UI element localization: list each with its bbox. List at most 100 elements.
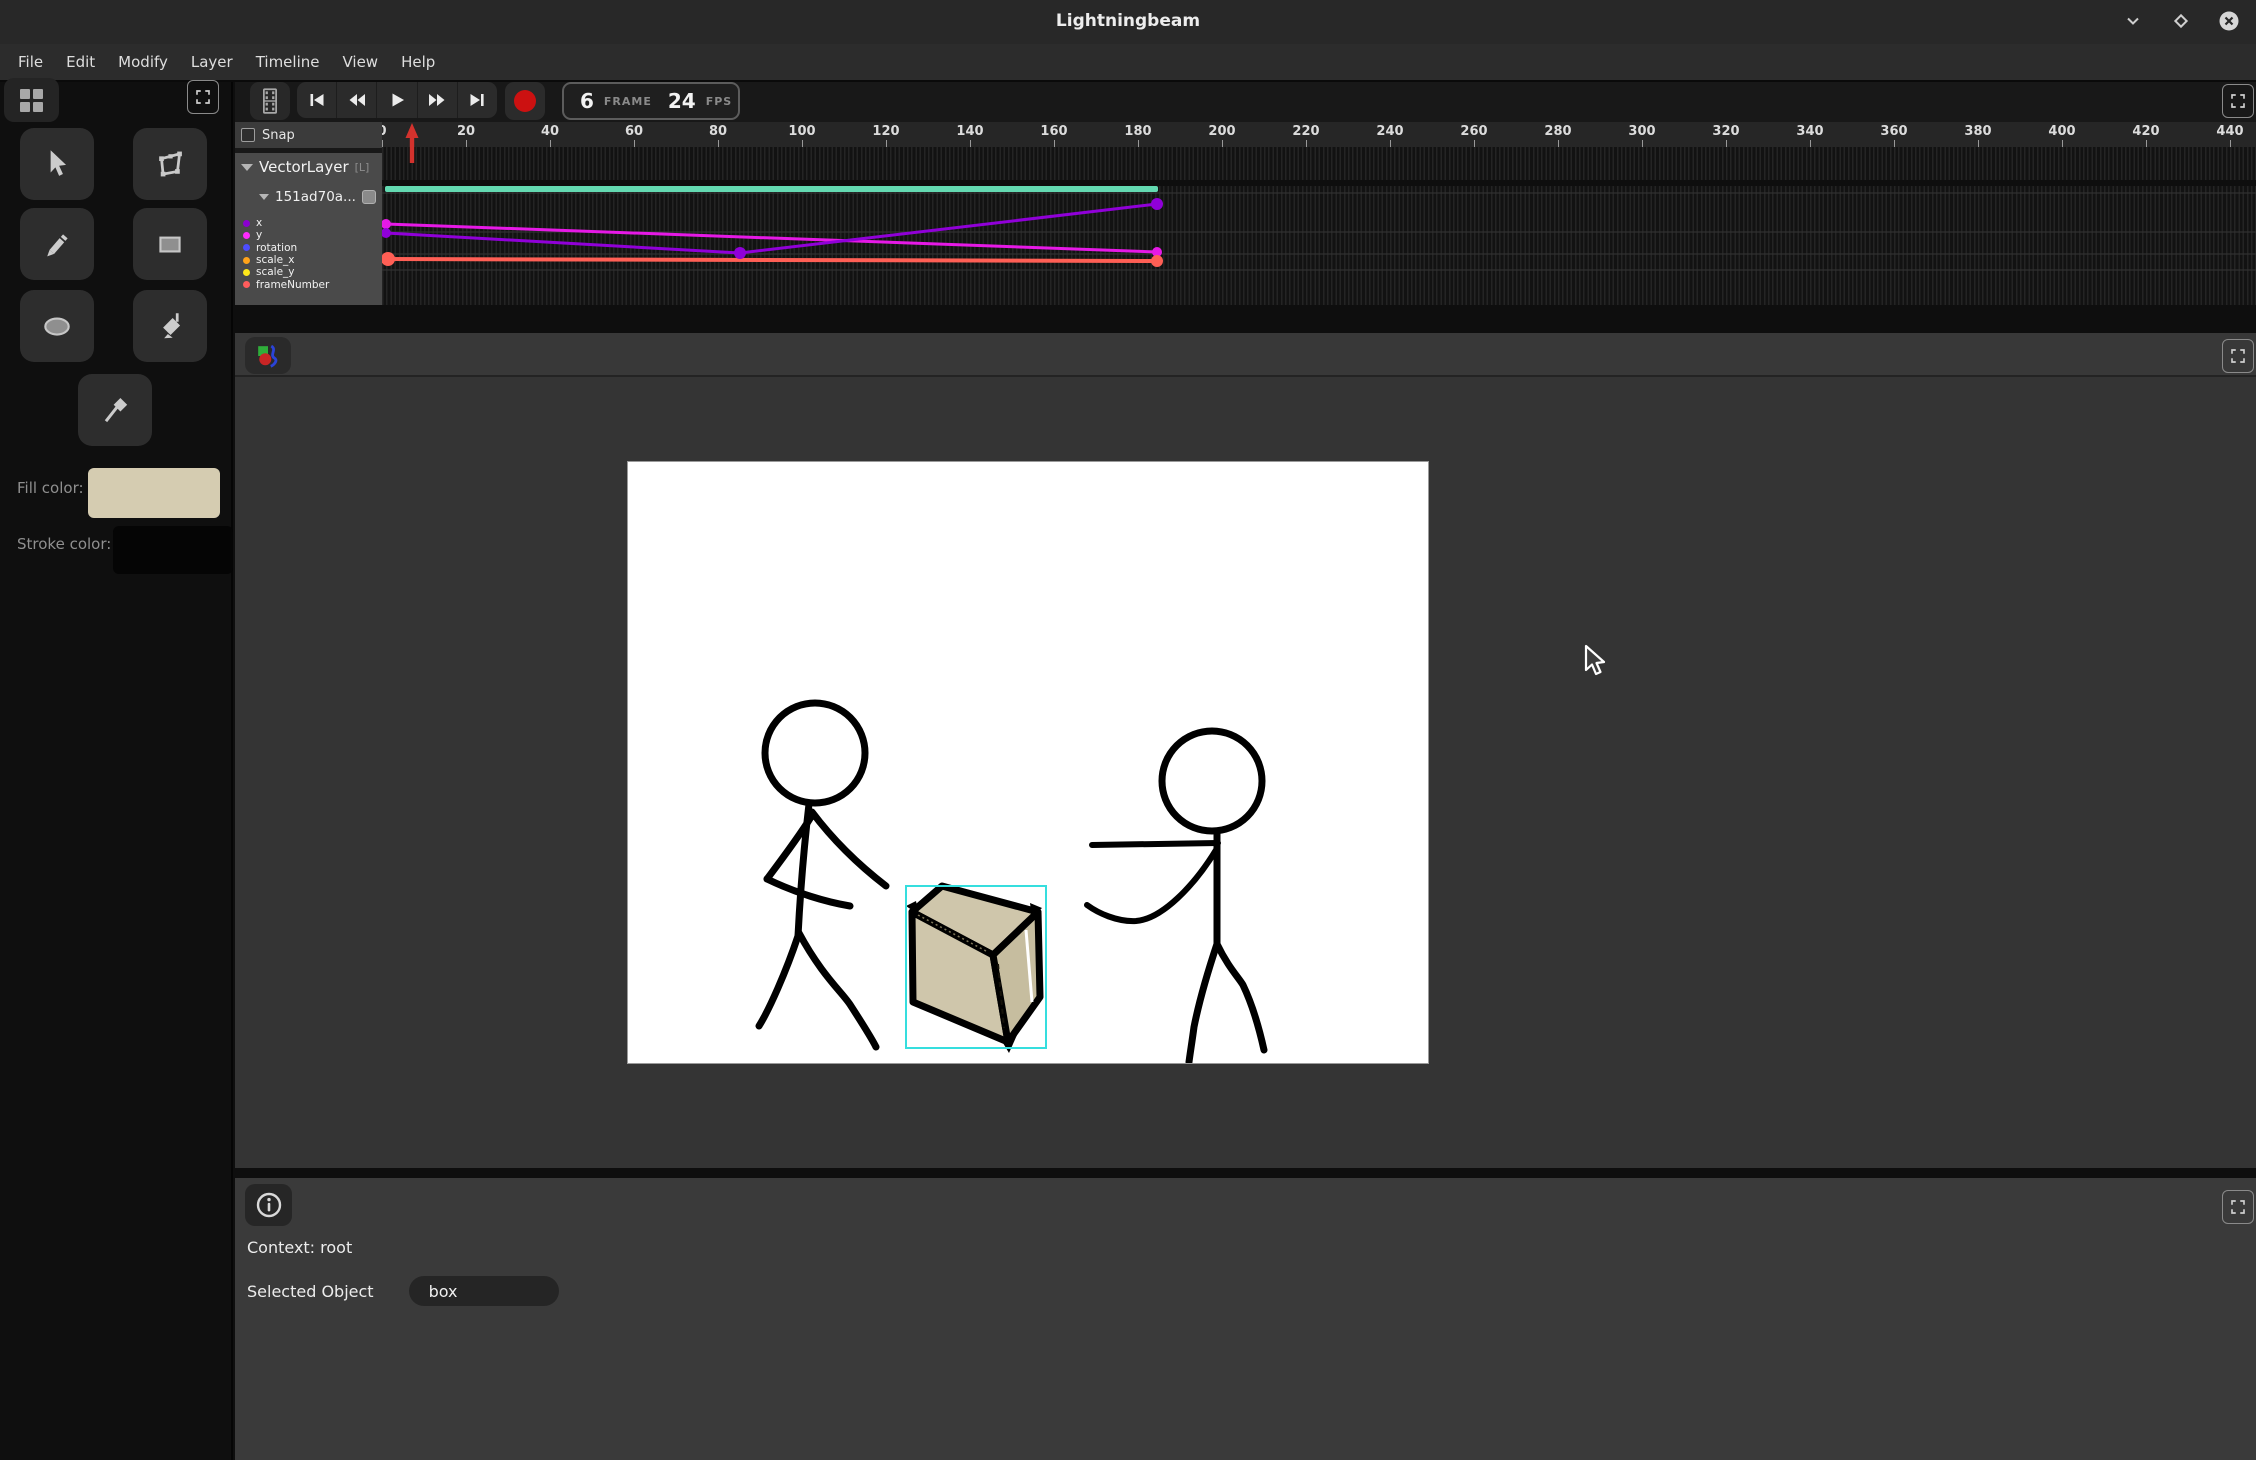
object-collapse-caret-icon[interactable] (259, 194, 269, 200)
tools-expand-button[interactable] (187, 80, 219, 114)
timeline-ruler[interactable]: 0204060801001201401601802002202402602803… (382, 122, 2256, 147)
selected-object-field[interactable]: box (409, 1276, 559, 1306)
menu-edit[interactable]: Edit (58, 53, 110, 71)
property-list: xy rotation scale_xscale_y frameNumber (235, 217, 382, 291)
property-rotation[interactable]: rotation (235, 242, 382, 254)
record-icon (514, 90, 536, 112)
tools-sidebar: Fill color: Stroke color: (0, 82, 233, 1460)
ellipse-icon (40, 309, 74, 343)
info-button[interactable] (245, 1184, 292, 1226)
close-icon[interactable] (2216, 8, 2242, 34)
property-label: rotation (256, 243, 297, 253)
timeline-track-area[interactable] (382, 147, 2256, 305)
expand-brackets-icon (2229, 92, 2247, 110)
property-scale_x[interactable]: scale_x (235, 254, 382, 266)
stroke-color-swatch[interactable] (113, 526, 233, 574)
property-label: frameNumber (256, 280, 329, 290)
skip-to-start-button[interactable] (297, 82, 337, 118)
y-keyframe-dot (382, 219, 391, 229)
selected-object-label: Selected Object (247, 1282, 374, 1301)
property-x[interactable]: x (235, 217, 382, 229)
record-button[interactable] (505, 82, 545, 120)
property-color-dot (243, 220, 250, 227)
rectangle-tool-button[interactable] (133, 208, 207, 280)
skip-end-icon (467, 90, 487, 110)
play-button[interactable] (377, 82, 417, 118)
context-label: Context: root (247, 1238, 352, 1257)
property-label: scale_x (256, 255, 295, 265)
menu-help[interactable]: Help (393, 53, 450, 71)
menu-modify[interactable]: Modify (110, 53, 183, 71)
frame-keyframe-dot (1151, 255, 1163, 267)
menu-view[interactable]: View (334, 53, 393, 71)
play-icon (387, 90, 407, 110)
frame-fps-box[interactable]: 6 FRAME 24 FPS (562, 82, 740, 120)
property-color-dot (243, 244, 250, 251)
object-row[interactable]: 151ad70a... ~ (235, 186, 382, 208)
property-color-dot (243, 257, 250, 264)
stick-figure-right (1087, 731, 1264, 1062)
canvas-header (235, 333, 2256, 377)
fps-value: 24 (668, 89, 696, 113)
snap-label: Snap (262, 128, 295, 143)
layer-row-vectorlayer[interactable]: VectorLayer[L] (235, 153, 382, 181)
maximize-diamond-icon[interactable] (2168, 8, 2194, 34)
object-subpanel: 151ad70a... ~ xy rotation scale_xscale_yfr… (235, 181, 382, 305)
property-frameNumber[interactable]: frameNumber (235, 278, 382, 290)
select-tool-button[interactable] (20, 128, 94, 200)
menu-file[interactable]: File (10, 53, 58, 71)
layer-suffix: [L] (355, 161, 370, 174)
eyedropper-icon (98, 393, 132, 427)
window-controls (2120, 8, 2242, 34)
canvas-mode-button[interactable] (245, 337, 291, 374)
expand-brackets-icon (2229, 347, 2247, 365)
skip-start-icon (307, 90, 327, 110)
x-keyframe-dot (734, 247, 746, 259)
eyedropper-tool-button[interactable] (78, 374, 152, 446)
property-color-dot (243, 232, 250, 239)
shapes-icon (256, 344, 280, 368)
ellipse-tool-button[interactable] (20, 290, 94, 362)
animation-stage[interactable] (628, 462, 1428, 1063)
object-visibility-toggle[interactable] (362, 190, 376, 204)
transform-tool-button[interactable] (133, 128, 207, 200)
menu-timeline[interactable]: Timeline (248, 53, 335, 71)
panel-grid-button[interactable] (4, 78, 59, 122)
film-strip-icon (256, 86, 284, 116)
fill-color-swatch[interactable] (88, 468, 220, 518)
select-arrow-icon (40, 147, 74, 181)
timeline-panel: 6 FRAME 24 FPS 0204060801001201401601802… (235, 82, 2256, 305)
animation-curves (382, 147, 2256, 305)
film-button[interactable] (250, 82, 290, 120)
frame-label: FRAME (604, 95, 652, 108)
property-label: y (256, 230, 262, 240)
timeline-toolbar: 6 FRAME 24 FPS (235, 82, 2256, 122)
inspector-expand-button[interactable] (2222, 1190, 2254, 1224)
lightningbeam-window: Lightningbeam FileEditModifyLayerTimelin… (0, 0, 2256, 1460)
property-scale_y[interactable]: scale_y (235, 266, 382, 278)
selected-object-row: Selected Object box (247, 1276, 559, 1306)
layer-collapse-caret-icon[interactable] (241, 164, 253, 171)
timeline-expand-button[interactable] (2222, 84, 2254, 118)
property-y[interactable]: y (235, 229, 382, 241)
pencil-tool-button[interactable] (20, 208, 94, 280)
playhead-marker[interactable] (404, 123, 420, 163)
stick-figure-left (759, 703, 886, 1047)
minimize-chevron-icon[interactable] (2120, 8, 2146, 34)
x-keyframe-dot (382, 228, 391, 238)
canvas-expand-button[interactable] (2222, 339, 2254, 373)
transport-controls (297, 82, 497, 118)
menu-layer[interactable]: Layer (183, 53, 248, 71)
expand-brackets-icon (194, 88, 212, 106)
skip-to-end-button[interactable] (458, 82, 497, 118)
box-object (906, 886, 1046, 1053)
fps-label: FPS (706, 95, 733, 108)
frame-value: 6 (580, 89, 594, 113)
fast-forward-icon (427, 90, 447, 110)
menubar: FileEditModifyLayerTimelineViewHelp (0, 44, 2256, 82)
fast-forward-button[interactable] (418, 82, 458, 118)
rewind-button[interactable] (337, 82, 377, 118)
paint-bucket-tool-button[interactable] (133, 290, 207, 362)
property-color-dot (243, 269, 250, 276)
snap-checkbox[interactable] (241, 128, 255, 142)
